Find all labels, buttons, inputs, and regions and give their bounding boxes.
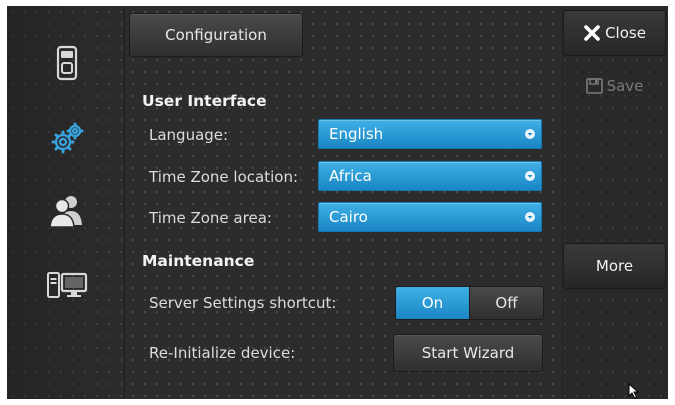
touch-panel-screen: Configuration User Interface Language: E… [7, 6, 668, 399]
user-interface-heading: User Interface [142, 92, 267, 110]
users-icon[interactable] [45, 191, 89, 231]
more-button[interactable]: More [563, 243, 666, 289]
language-label: Language: [149, 126, 229, 144]
server-shortcut-label: Server Settings shortcut: [149, 294, 337, 312]
tz-area-dropdown[interactable]: Cairo [318, 202, 542, 232]
start-wizard-button[interactable]: Start Wizard [393, 334, 543, 372]
tz-area-value: Cairo [329, 208, 368, 226]
chevron-down-icon [525, 212, 535, 222]
tz-location-value: Africa [329, 167, 372, 185]
configuration-tab-label: Configuration [165, 26, 267, 44]
chevron-down-icon [525, 129, 535, 139]
mouse-cursor-icon [628, 383, 640, 399]
maintenance-heading: Maintenance [142, 252, 255, 270]
chevron-down-icon [525, 171, 535, 181]
computer-display-icon[interactable] [45, 266, 89, 306]
configuration-tab[interactable]: Configuration [129, 13, 303, 57]
left-sidebar [7, 6, 125, 399]
server-shortcut-toggle: On Off [395, 286, 544, 320]
language-value: English [329, 125, 384, 143]
reinit-label: Re-Initialize device: [149, 344, 296, 362]
toggle-on-option[interactable]: On [396, 287, 469, 319]
toggle-off-option[interactable]: Off [469, 287, 543, 319]
save-label: Save [606, 77, 644, 95]
language-dropdown[interactable]: English [318, 119, 542, 149]
settings-gears-icon[interactable] [45, 118, 89, 158]
save-button[interactable]: Save [563, 63, 666, 109]
tz-location-label: Time Zone location: [149, 168, 299, 186]
more-label: More [595, 257, 634, 275]
touch-panel-icon[interactable] [45, 43, 89, 83]
floppy-disk-icon [585, 78, 603, 94]
tz-location-dropdown[interactable]: Africa [318, 161, 542, 191]
close-icon [584, 25, 600, 41]
tz-area-label: Time Zone area: [149, 209, 272, 227]
close-label: Close [605, 24, 646, 42]
start-wizard-label: Start Wizard [421, 344, 515, 362]
close-button[interactable]: Close [563, 10, 666, 56]
right-action-panel: Close Save More [561, 6, 668, 399]
